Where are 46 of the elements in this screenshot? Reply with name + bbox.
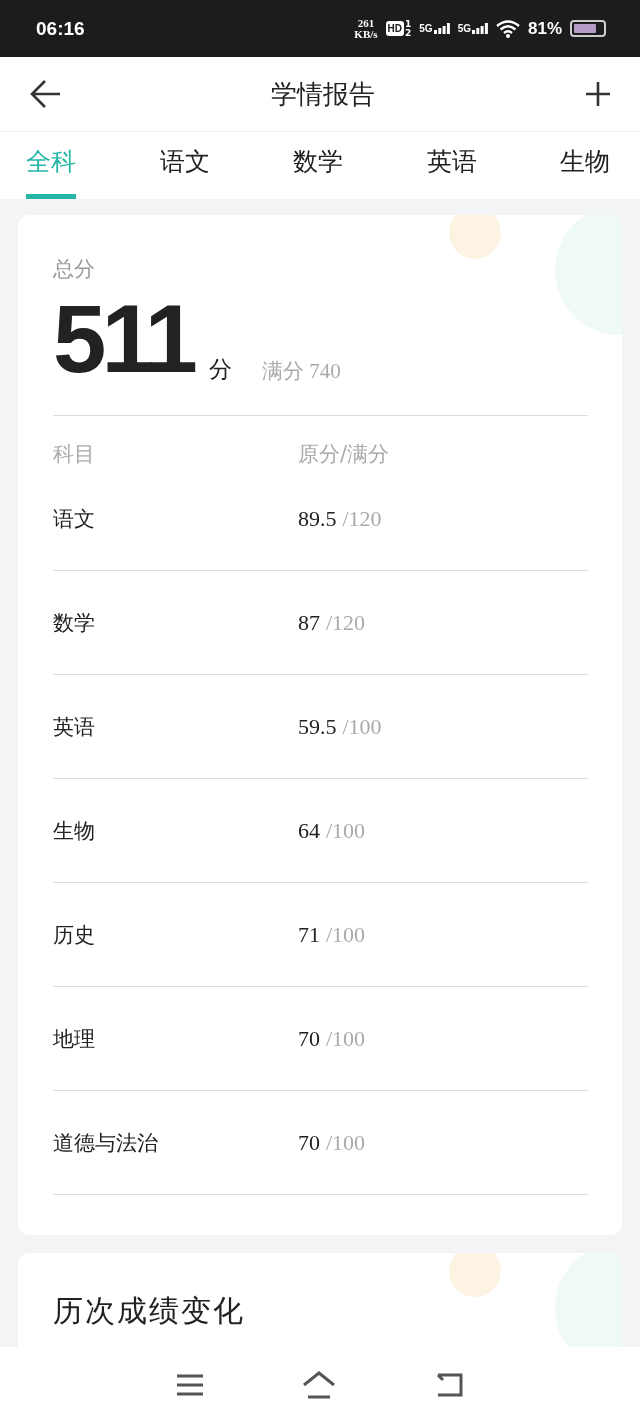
subject-score: 70 /100 bbox=[298, 1025, 367, 1052]
battery-percent: 81% bbox=[527, 18, 562, 39]
signal-icon bbox=[433, 23, 450, 34]
subject-score: 64 /100 bbox=[298, 817, 367, 844]
subject-tab[interactable]: 英语 bbox=[426, 132, 477, 199]
status-time: 06:16 bbox=[36, 17, 85, 40]
section-title: 历次成绩变化 bbox=[53, 1292, 245, 1330]
network-speed: 261 bbox=[357, 17, 375, 29]
home-button[interactable] bbox=[302, 1370, 336, 1399]
signal-icon bbox=[471, 23, 488, 34]
full-score: 满分 740 bbox=[261, 358, 341, 385]
decorative-circle bbox=[449, 215, 501, 259]
wifi-icon bbox=[495, 19, 520, 38]
subject-name: 语文 bbox=[53, 505, 96, 533]
subject-score: 59.5 /100 bbox=[298, 713, 383, 740]
sim-index: 2 bbox=[405, 28, 412, 38]
subject-score: 89.5 /120 bbox=[298, 505, 383, 532]
back-button[interactable] bbox=[30, 79, 62, 109]
subject-name: 道德与法治 bbox=[53, 1129, 159, 1157]
subject-name: 生物 bbox=[53, 817, 96, 845]
sim-index: 1 bbox=[405, 19, 412, 29]
back-nav-button[interactable] bbox=[434, 1371, 464, 1398]
page-title: 学情报告 bbox=[270, 77, 376, 111]
subject-tab[interactable]: 语文 bbox=[159, 132, 210, 199]
subject-score: 87 /120 bbox=[298, 609, 367, 636]
menu-button[interactable] bbox=[176, 1372, 204, 1397]
network-speed-unit: KB/s bbox=[354, 28, 378, 40]
add-button[interactable] bbox=[584, 80, 612, 108]
decorative-circle bbox=[449, 1253, 501, 1297]
subject-name: 英语 bbox=[53, 713, 96, 741]
subject-name: 历史 bbox=[53, 921, 96, 949]
column-header: 科目 bbox=[53, 441, 96, 468]
subject-score: 71 /100 bbox=[298, 921, 367, 948]
subject-name: 地理 bbox=[53, 1025, 96, 1053]
total-label: 总分 bbox=[53, 256, 95, 283]
column-header: 原分/满分 bbox=[298, 441, 391, 468]
hd-badge: HD bbox=[385, 21, 404, 36]
subject-tab[interactable]: 生物 bbox=[560, 132, 610, 199]
total-score: 511 bbox=[53, 297, 195, 381]
score-unit: 分 bbox=[208, 355, 232, 384]
battery-icon bbox=[570, 20, 606, 37]
subject-tab[interactable]: 数学 bbox=[293, 132, 343, 199]
subject-name: 数学 bbox=[53, 609, 96, 637]
subject-score: 70 /100 bbox=[298, 1129, 367, 1156]
network-type: 5G bbox=[457, 23, 471, 34]
network-type: 5G bbox=[419, 23, 433, 34]
